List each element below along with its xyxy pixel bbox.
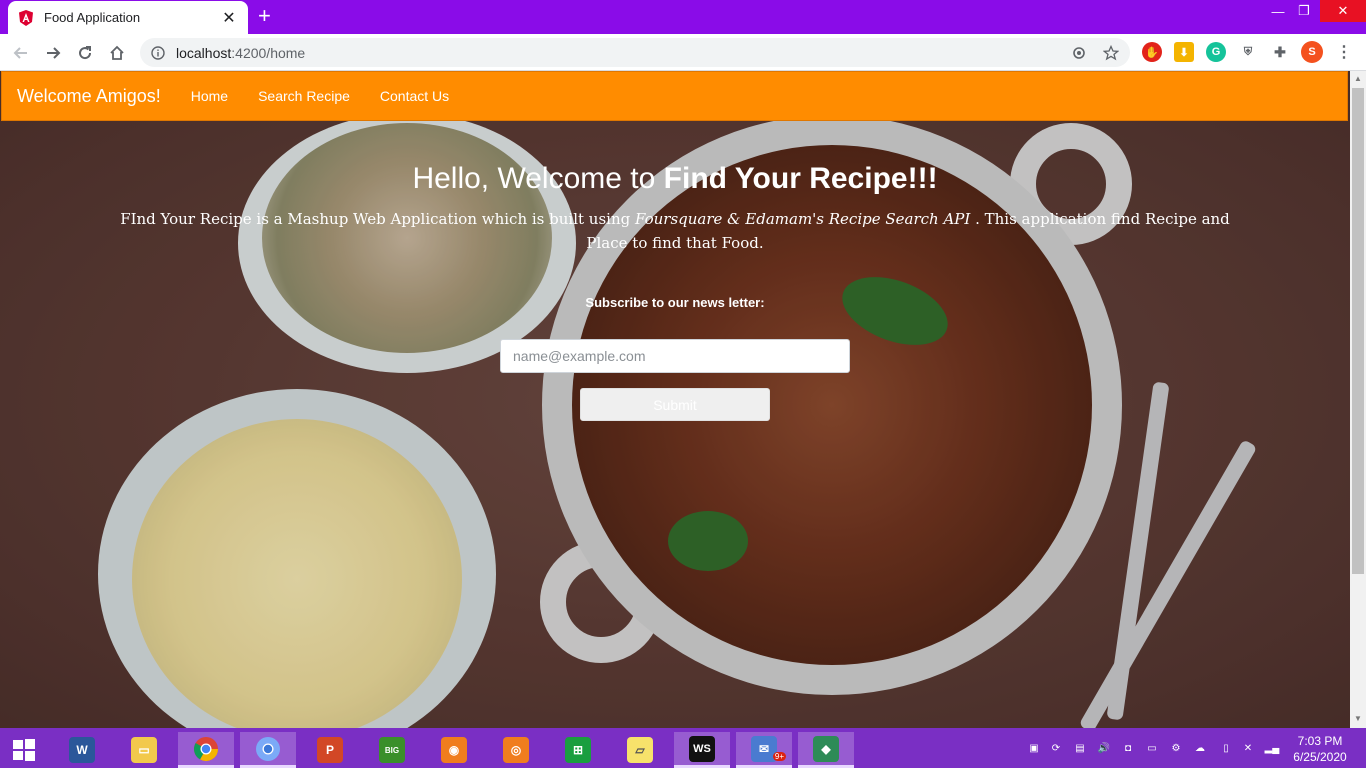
hero-heading: Hello, Welcome to Find Your Recipe!!!	[0, 160, 1350, 198]
big-farm-icon[interactable]: BIG	[364, 732, 420, 768]
tray-camera-icon[interactable]: ◘	[1120, 740, 1136, 756]
extensions-puzzle-icon[interactable]: ✚	[1270, 42, 1290, 62]
webstorm-icon[interactable]: WS	[674, 732, 730, 768]
url-host: localhost	[176, 44, 232, 61]
scrollbar-thumb[interactable]	[1352, 88, 1364, 574]
url-path: :4200/home	[231, 44, 306, 61]
hero-desc-part1: FInd Your Recipe is a Mashup Web Applica…	[120, 210, 635, 228]
restore-icon[interactable]: ❐	[1288, 0, 1320, 22]
camera-icon[interactable]: ◎	[488, 732, 544, 768]
bookmark-star-icon[interactable]	[1102, 44, 1120, 62]
hero-description: FInd Your Recipe is a Mashup Web Applica…	[115, 207, 1235, 255]
submit-button[interactable]: Submit	[580, 388, 770, 421]
reload-icon[interactable]	[72, 40, 98, 66]
location-icon[interactable]	[1070, 44, 1088, 62]
profile-avatar[interactable]: S	[1301, 41, 1323, 63]
app-navbar: Welcome Amigos! Home Search Recipe Conta…	[1, 71, 1348, 121]
sync-icon[interactable]: ⟳	[1048, 740, 1064, 756]
clock-date: 6/25/2020	[1293, 750, 1347, 764]
notifications-app-icon[interactable]: ✉ 9+	[736, 732, 792, 768]
back-icon[interactable]	[8, 40, 34, 66]
store-icon[interactable]: ⊞	[550, 732, 606, 768]
cube-app-icon[interactable]: ◆	[798, 732, 854, 768]
shield-extension-icon[interactable]: ⛨	[1238, 42, 1258, 62]
navbar-brand[interactable]: Welcome Amigos!	[17, 86, 161, 107]
word-icon[interactable]: W	[54, 732, 110, 768]
home-icon[interactable]	[104, 40, 130, 66]
system-clock[interactable]: 7:03 PM 6/25/2020	[1290, 733, 1350, 765]
hero-heading-emphasis: Find Your Recipe!!!	[663, 162, 938, 195]
chromium-icon[interactable]	[240, 732, 296, 768]
page-viewport: Welcome Amigos! Home Search Recipe Conta…	[0, 71, 1350, 728]
nav-link-contact-us[interactable]: Contact Us	[380, 88, 449, 104]
show-desktop-button[interactable]	[1352, 740, 1362, 756]
angular-icon	[18, 9, 34, 26]
window-close-icon[interactable]: ✕	[1320, 0, 1366, 22]
scroll-up-arrow-icon[interactable]: ▲	[1353, 74, 1363, 84]
tray-gear-icon[interactable]: ⚙	[1168, 740, 1184, 756]
subscribe-label: Subscribe to our news letter:	[585, 295, 765, 310]
wifi-signal-icon[interactable]: ▂▄	[1264, 740, 1280, 756]
tray-app-icon[interactable]: ▤	[1072, 740, 1088, 756]
menu-kebab-icon[interactable]: ⋮	[1334, 42, 1354, 62]
new-tab-icon[interactable]: +	[258, 5, 271, 27]
clock-time: 7:03 PM	[1297, 734, 1343, 748]
capture-app-icon[interactable]: ◉	[426, 732, 482, 768]
file-explorer-icon[interactable]: ▭	[116, 732, 172, 768]
sticky-notes-icon[interactable]: ▱	[612, 732, 668, 768]
chrome-icon[interactable]	[178, 732, 234, 768]
browser-toolbar: localhost:4200/home ✋ ⬇ G ⛨ ✚ S ⋮	[0, 34, 1366, 71]
adblock-extension-icon[interactable]: ✋	[1142, 42, 1162, 62]
volume-icon[interactable]: 🔊	[1096, 740, 1112, 756]
battery-icon[interactable]: ▯	[1218, 740, 1234, 756]
nav-link-search-recipe[interactable]: Search Recipe	[258, 88, 350, 104]
forward-icon[interactable]	[40, 40, 66, 66]
url-text: localhost:4200/home	[176, 45, 305, 61]
windows-taskbar: W ▭ P BIG ◉ ◎ ⊞ ▱ WS ✉ 9+ ◆ ▣ ⟳ ▤ 🔊 ◘ ▭ ⚙…	[0, 728, 1366, 768]
address-bar[interactable]: localhost:4200/home	[140, 38, 1130, 67]
grammarly-extension-icon[interactable]: G	[1206, 42, 1226, 62]
browser-tab[interactable]: Food Application ✕	[8, 1, 248, 34]
email-field[interactable]	[500, 339, 850, 373]
windows-start-icon[interactable]	[0, 732, 48, 768]
notification-badge: 9+	[772, 752, 786, 761]
close-icon[interactable]: ✕	[220, 8, 238, 28]
scroll-down-arrow-icon[interactable]: ▼	[1353, 714, 1363, 724]
browser-tabstrip: Food Application ✕ + — ❐ ✕	[0, 0, 1366, 34]
network-disconnected-icon[interactable]: ✕	[1240, 740, 1256, 756]
download-extension-icon[interactable]: ⬇	[1174, 42, 1194, 62]
info-icon[interactable]	[150, 45, 166, 61]
nav-link-home[interactable]: Home	[191, 88, 228, 104]
hero-heading-prefix: Hello, Welcome to	[412, 162, 664, 195]
hero-desc-api: Foursquare & Edamam's Recipe Search API	[635, 210, 971, 228]
network-adapter-icon[interactable]: ▣	[1026, 740, 1042, 756]
cloud-icon[interactable]: ☁	[1192, 740, 1208, 756]
display-icon[interactable]: ▭	[1144, 740, 1160, 756]
powerpoint-icon[interactable]: P	[302, 732, 358, 768]
tab-title: Food Application	[44, 10, 141, 25]
